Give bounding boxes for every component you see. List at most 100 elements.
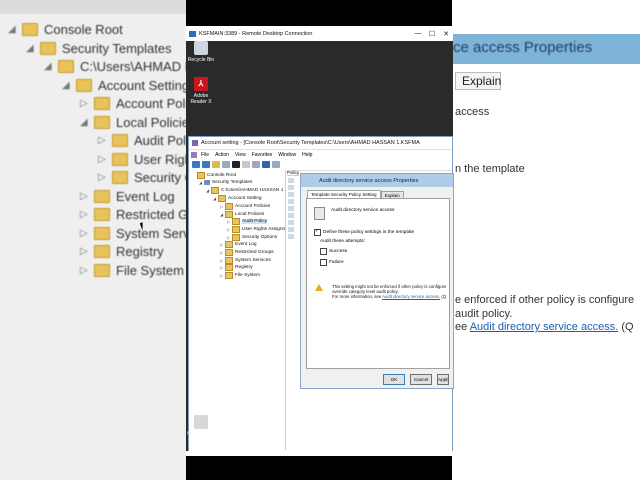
folder-icon bbox=[112, 134, 128, 147]
policy-row-icon[interactable] bbox=[288, 227, 294, 232]
forward-icon[interactable] bbox=[202, 161, 210, 168]
background-tree-item: ▷ User Righ bbox=[98, 152, 192, 167]
background-tree-label: Event Log bbox=[116, 188, 175, 204]
properties-dialog: Audit directory service access Propertie… bbox=[300, 173, 454, 389]
menu-view[interactable]: View bbox=[235, 152, 246, 158]
folder-icon bbox=[225, 264, 233, 272]
policy-row-icon[interactable] bbox=[288, 185, 294, 190]
tree-item-audit-policy[interactable]: ▷ Audit Policy bbox=[227, 218, 268, 226]
rdp-titlebar[interactable]: KSFMAIN:3389 - Remote Desktop Connection… bbox=[186, 26, 453, 41]
folder-icon bbox=[58, 60, 74, 73]
policy-row-icon[interactable] bbox=[288, 192, 294, 197]
delete-icon[interactable] bbox=[232, 161, 240, 168]
tree-item-user-rights-assignm[interactable]: ▷ User Rights Assignm bbox=[227, 225, 285, 233]
dialog-title[interactable]: Audit directory service access Propertie… bbox=[301, 174, 453, 187]
background-tree-label: Local Policies bbox=[116, 114, 196, 130]
menu-file[interactable]: File bbox=[201, 152, 209, 158]
tree-item-label: Security Templates bbox=[212, 179, 253, 185]
help-icon[interactable] bbox=[262, 161, 270, 168]
folder-icon bbox=[112, 171, 128, 184]
folder-icon bbox=[94, 226, 110, 240]
back-icon[interactable] bbox=[192, 161, 200, 168]
folder-icon bbox=[225, 249, 233, 256]
tree-item-label: System Services bbox=[235, 257, 271, 263]
mmc-menu-icon bbox=[191, 151, 197, 158]
folder-icon bbox=[22, 23, 38, 36]
policy-row-icon[interactable] bbox=[288, 206, 294, 211]
menu-help[interactable]: Help bbox=[302, 152, 312, 158]
tree-item-label: Event Log bbox=[235, 242, 257, 248]
mmc-list-pane: Policy bbox=[287, 170, 299, 450]
remote-desktop-area: Recycle Bin ⅄ Adobe Reader X Account set… bbox=[186, 41, 454, 454]
mmc-menubar: File Action View Favorites Window Help bbox=[189, 150, 452, 159]
tree-item-restricted-groups[interactable]: ▷ Restricted Groups bbox=[220, 249, 274, 256]
define-setting-row[interactable]: Define these policy settings in the temp… bbox=[314, 228, 414, 236]
background-tree-label: Account Setting bbox=[98, 77, 190, 93]
rdp-icon bbox=[189, 30, 196, 37]
tree-item-account-policies[interactable]: ▷ Account Policies bbox=[220, 202, 271, 210]
maximize-button[interactable]: ☐ bbox=[425, 30, 439, 38]
close-button[interactable]: ✕ bbox=[439, 30, 453, 38]
tree-item-label: Account Policies bbox=[235, 203, 271, 209]
recycle-bin-icon[interactable]: Recycle Bin bbox=[186, 41, 216, 63]
hp-printer-icon[interactable]: HP LaserJet Professio... bbox=[186, 415, 216, 443]
expanded-arrow-icon: ◢ bbox=[26, 42, 34, 54]
mmc-title: Account setting - [Console Root\Security… bbox=[201, 140, 420, 146]
expanded-arrow-icon: ◢ bbox=[44, 61, 52, 72]
policy-row-icon[interactable] bbox=[288, 220, 294, 225]
apply-button[interactable]: Apply bbox=[437, 374, 449, 385]
view-icon[interactable] bbox=[272, 161, 280, 168]
policy-row-icon[interactable] bbox=[288, 178, 294, 183]
success-checkbox[interactable] bbox=[320, 248, 327, 255]
export-icon[interactable] bbox=[252, 161, 260, 168]
dialog-tab-panel: Audit directory service access Define th… bbox=[306, 198, 450, 369]
list-header-policy[interactable]: Policy bbox=[287, 170, 299, 176]
mmc-titlebar[interactable]: Account setting - [Console Root\Security… bbox=[189, 137, 452, 150]
show-hide-tree-icon[interactable] bbox=[222, 161, 230, 168]
define-setting-checkbox[interactable] bbox=[314, 228, 321, 236]
tree-item-local-policies[interactable]: ◢ Local Policies bbox=[220, 210, 264, 218]
properties-icon[interactable] bbox=[242, 161, 250, 168]
warning-see-prefix: For more information, see bbox=[332, 294, 382, 299]
background-tree-label: User Righ bbox=[134, 151, 192, 167]
menu-window[interactable]: Window bbox=[278, 152, 296, 158]
policy-row-icon[interactable] bbox=[288, 213, 294, 218]
trash-icon bbox=[194, 41, 208, 55]
tree-item-console-root[interactable]: Console Root bbox=[192, 172, 236, 179]
adobe-reader-icon[interactable]: ⅄ Adobe Reader X bbox=[186, 77, 216, 105]
failure-checkbox[interactable] bbox=[320, 259, 327, 266]
failure-row[interactable]: Failure bbox=[320, 259, 344, 266]
tree-item-event-log[interactable]: ▷ Event Log bbox=[220, 241, 257, 249]
background-tree-item: ▷ Registry bbox=[80, 244, 164, 259]
tree-item-security-options[interactable]: ▷ Security Options bbox=[227, 233, 278, 241]
failure-label: Failure bbox=[329, 260, 344, 265]
security-templates-icon bbox=[204, 179, 210, 185]
mmc-tree-pane: Console Root ◢ Security Templates ◢ C:\Users… bbox=[190, 170, 286, 450]
tree-item-system-services[interactable]: ▷ System Services bbox=[220, 256, 271, 264]
minimize-button[interactable]: — bbox=[411, 30, 425, 37]
tree-item-account-setting[interactable]: ◢ Account Setting bbox=[213, 195, 262, 203]
menu-favorites[interactable]: Favorites bbox=[252, 152, 273, 158]
background-tree-label: Security Templates bbox=[62, 40, 172, 56]
background-tree-item: ▷ Security O bbox=[98, 170, 195, 185]
tree-item-file-system[interactable]: ▷ File System bbox=[220, 272, 260, 280]
folder-icon bbox=[112, 152, 128, 166]
folder-icon bbox=[197, 172, 205, 179]
tree-item-security-templates[interactable]: ◢ Security Templates bbox=[199, 179, 253, 185]
tree-item-label: Account Setting bbox=[228, 196, 262, 202]
ok-button[interactable]: OK bbox=[383, 374, 405, 385]
warning-help-link[interactable]: Audit directory service access. bbox=[382, 294, 440, 299]
collapsed-arrow-icon: ▷ bbox=[98, 135, 106, 146]
policy-row-icon[interactable] bbox=[288, 234, 294, 239]
policy-row-icon[interactable] bbox=[288, 199, 294, 204]
pdf-icon: ⅄ bbox=[194, 77, 208, 91]
tree-item-label: Security Options bbox=[242, 234, 278, 240]
success-row[interactable]: Success bbox=[320, 248, 347, 255]
cancel-button[interactable]: Cancel bbox=[410, 374, 432, 385]
tree-item-registry[interactable]: ▷ Registry bbox=[220, 264, 253, 272]
tree-item-label: Console Root bbox=[207, 173, 237, 178]
tree-item-c-users-ahmad-hassan-1[interactable]: ◢ C:\Users\AHMAD HASSAN 1 bbox=[206, 187, 283, 195]
menu-action[interactable]: Action bbox=[215, 152, 229, 158]
folder-up-icon[interactable] bbox=[212, 161, 220, 168]
mmc-console-window: Account setting - [Console Root\Security… bbox=[188, 136, 454, 454]
